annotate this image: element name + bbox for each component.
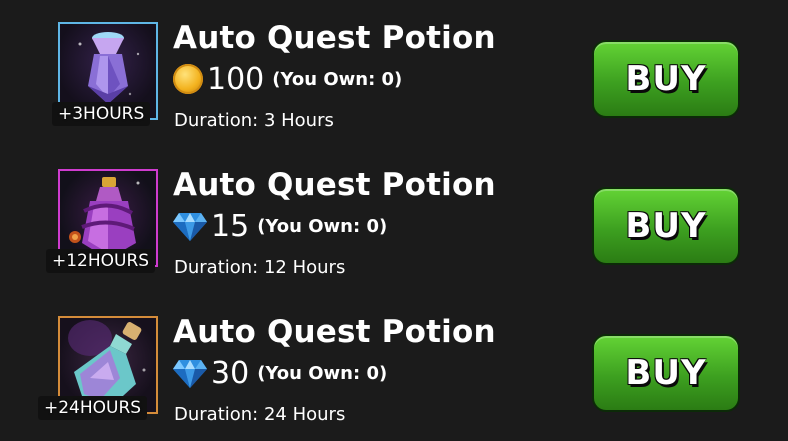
- buy-button[interactable]: BUY: [592, 187, 740, 265]
- blue-gem-icon: [173, 358, 207, 388]
- buy-button[interactable]: BUY: [592, 40, 740, 118]
- price-line: 100 (You Own: 0): [173, 61, 403, 97]
- item-duration: Duration: 3 Hours: [174, 110, 334, 131]
- item-duration: Duration: 12 Hours: [174, 257, 346, 278]
- duration-badge: +24HOURS: [38, 396, 148, 420]
- owned-count: (You Own: 0): [272, 68, 403, 90]
- item-title: Auto Quest Potion: [173, 314, 496, 350]
- gold-coin-icon: [173, 64, 203, 94]
- shop-item-row: +24HOURS Auto Quest Potion 30 (You Own: …: [0, 294, 788, 441]
- blue-gem-icon: [173, 211, 207, 241]
- duration-badge: +12HOURS: [46, 249, 156, 273]
- price-line: 30 (You Own: 0): [173, 355, 388, 391]
- owned-count: (You Own: 0): [257, 362, 388, 384]
- item-title: Auto Quest Potion: [173, 167, 496, 203]
- duration-badge: +3HOURS: [52, 102, 151, 126]
- price-line: 15 (You Own: 0): [173, 208, 388, 244]
- item-duration: Duration: 24 Hours: [174, 404, 346, 425]
- buy-button-label: BUY: [625, 206, 707, 246]
- shop-item-row: +3HOURS Auto Quest Potion 100 (You Own: …: [0, 0, 788, 147]
- item-price: 15: [211, 208, 250, 244]
- shop-item-row: +12HOURS Auto Quest Potion 15 (You Own: …: [0, 147, 788, 294]
- item-price: 100: [207, 61, 265, 97]
- buy-button-label: BUY: [625, 59, 707, 99]
- item-price: 30: [211, 355, 250, 391]
- buy-button-label: BUY: [625, 353, 707, 393]
- buy-button[interactable]: BUY: [592, 334, 740, 412]
- owned-count: (You Own: 0): [257, 215, 388, 237]
- item-title: Auto Quest Potion: [173, 20, 496, 56]
